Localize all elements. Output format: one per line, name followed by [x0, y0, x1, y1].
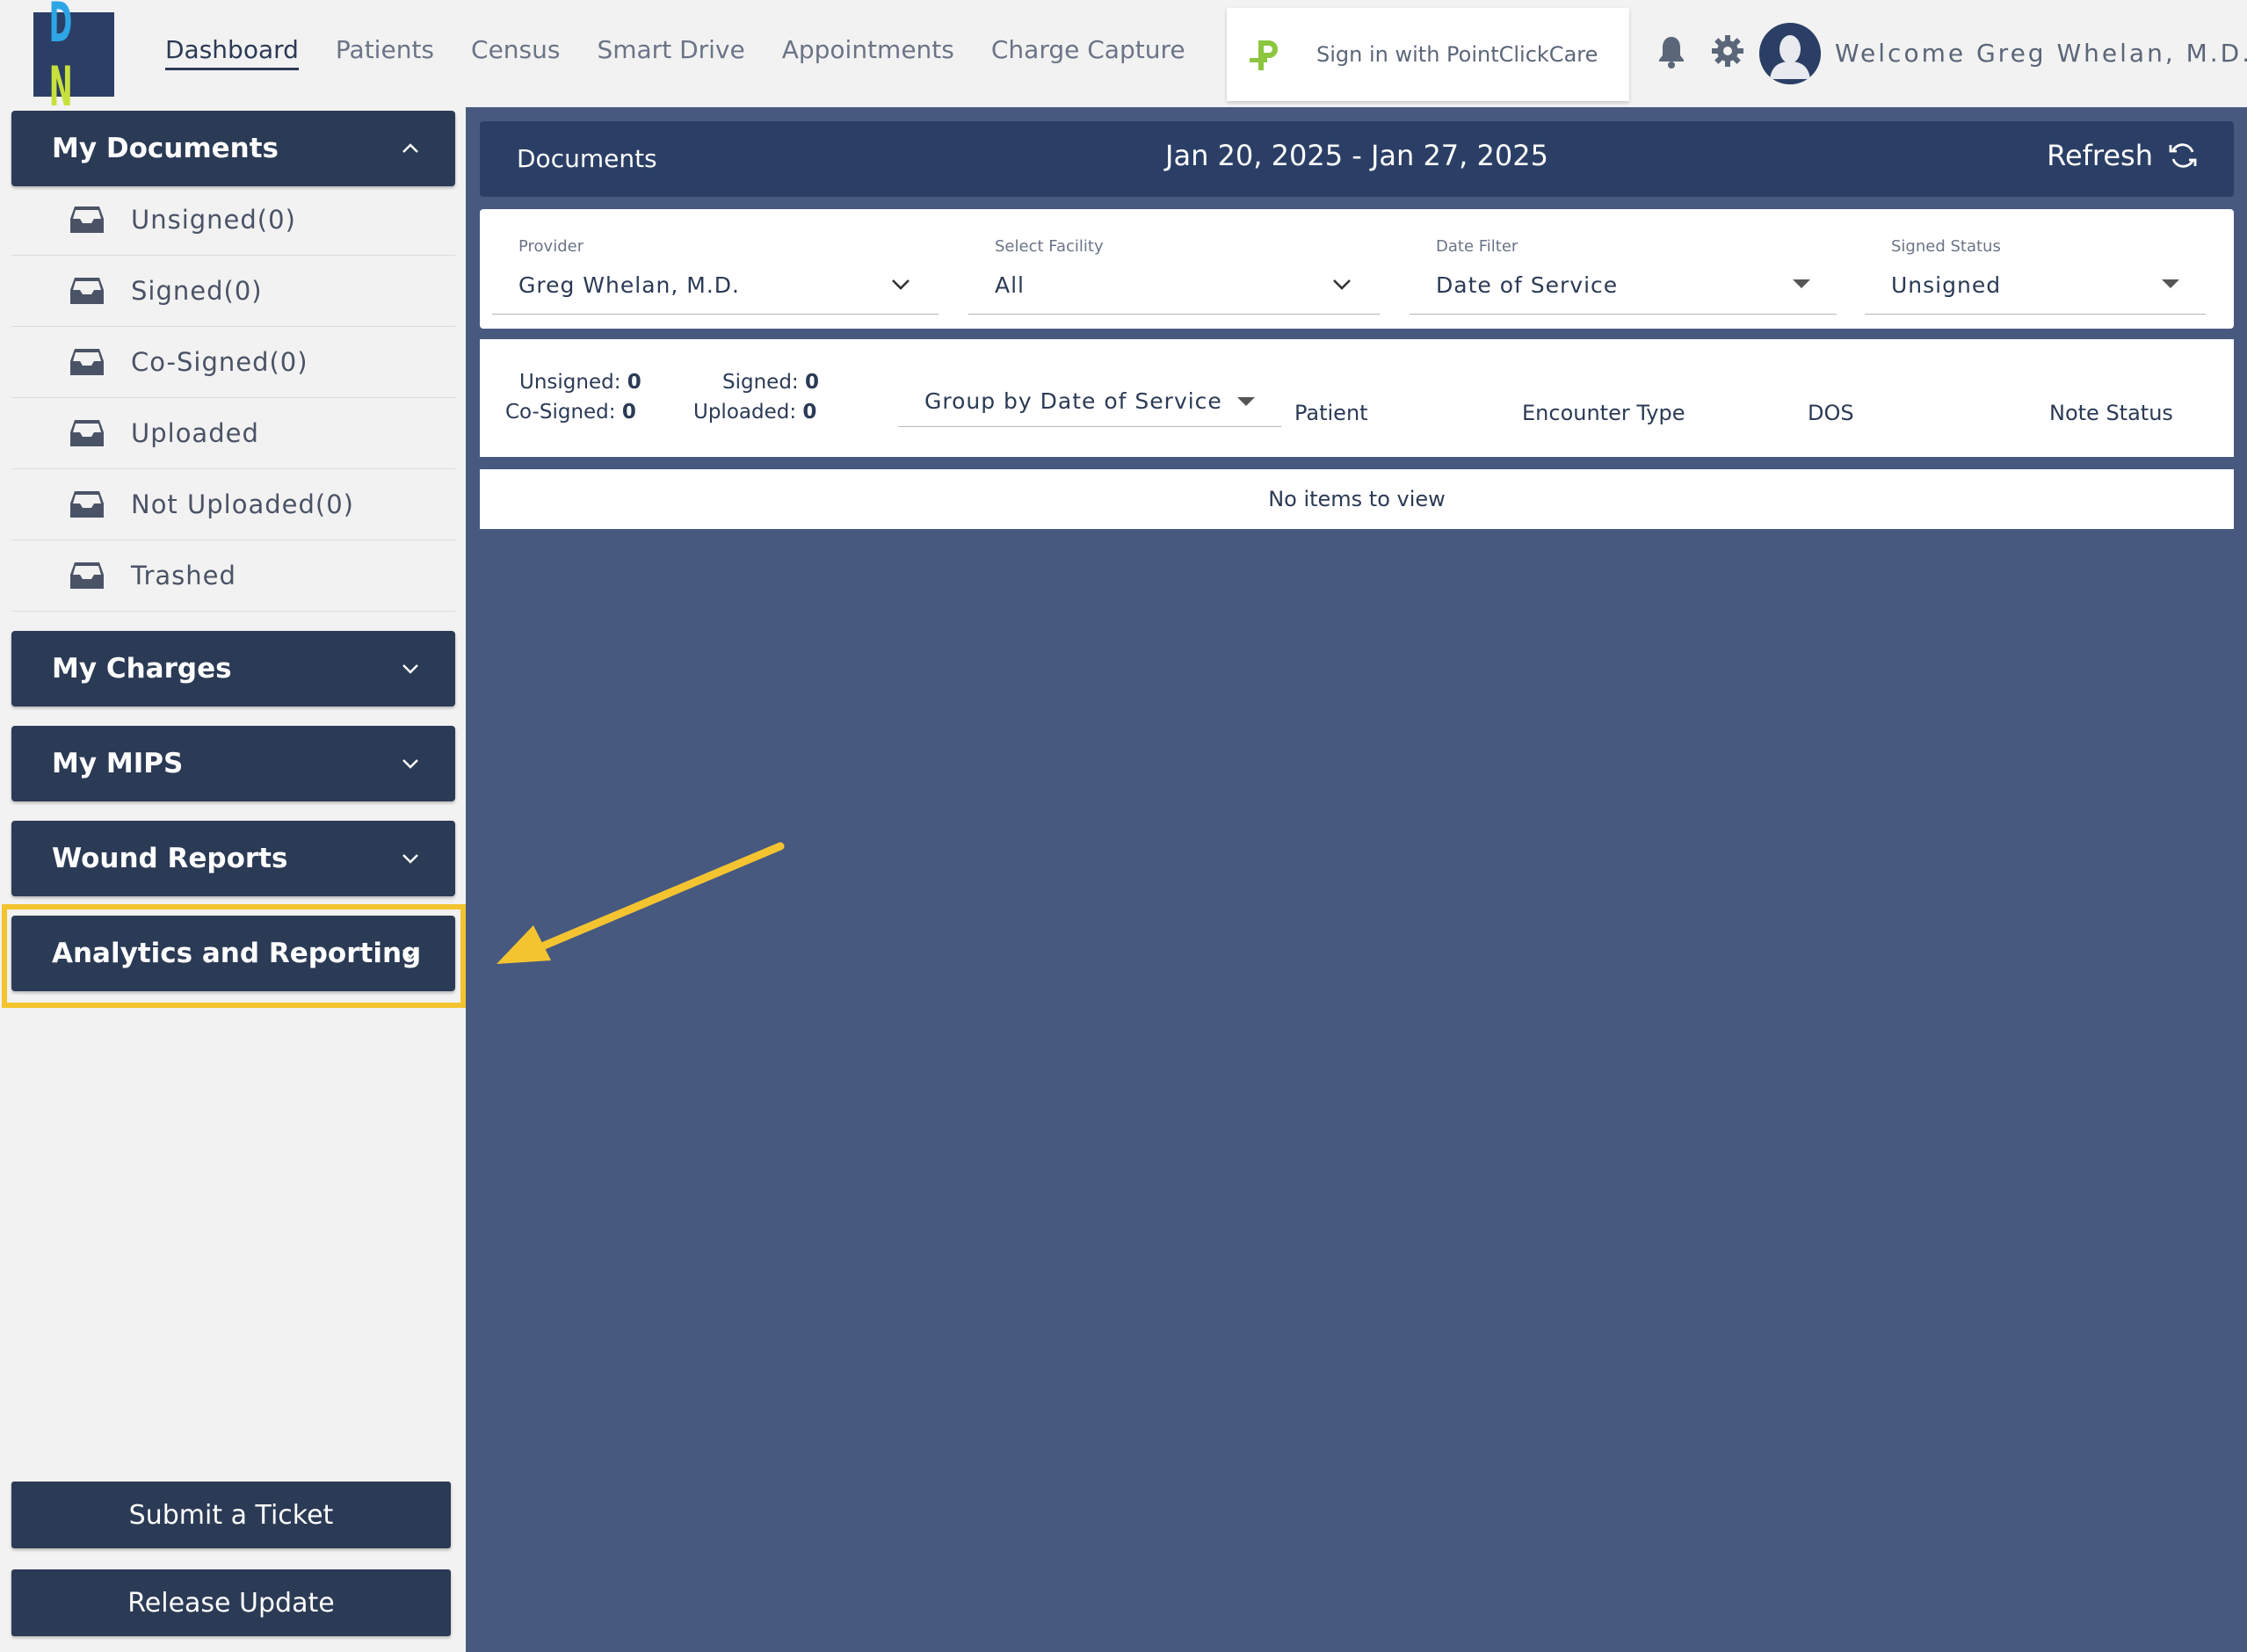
- refresh-button[interactable]: Refresh: [2047, 139, 2199, 172]
- column-patient[interactable]: Patient: [1294, 401, 1368, 425]
- sidebar-item-label: Co-Signed(0): [131, 347, 308, 377]
- signed-status-label: Signed Status: [1891, 237, 2001, 256]
- provider-select[interactable]: Provider Greg Whelan, M.D.: [492, 227, 939, 315]
- main-nav: Dashboard Patients Census Smart Drive Ap…: [165, 35, 1222, 70]
- my-documents-header[interactable]: My Documents: [11, 111, 455, 186]
- wound-reports-header[interactable]: Wound Reports: [11, 821, 455, 896]
- sidebar-item-label: Trashed: [131, 561, 236, 591]
- sidebar-item-label: Signed(0): [131, 276, 263, 306]
- my-documents-title: My Documents: [52, 133, 279, 164]
- inbox-icon: [70, 562, 104, 589]
- chevron-up-icon: [402, 143, 418, 153]
- provider-value: Greg Whelan, M.D.: [518, 272, 740, 298]
- facility-value: All: [995, 272, 1025, 298]
- pointclickcare-signin-button[interactable]: Sign in with PointClickCare: [1227, 8, 1629, 101]
- my-charges-header[interactable]: My Charges: [11, 631, 455, 706]
- unsigned-count: Unsigned: 0: [519, 371, 641, 394]
- my-mips-header[interactable]: My MIPS: [11, 726, 455, 801]
- refresh-icon: [2169, 143, 2197, 168]
- column-encounter-type[interactable]: Encounter Type: [1522, 401, 1685, 425]
- chevron-down-icon: [892, 279, 910, 290]
- nav-charge-capture[interactable]: Charge Capture: [991, 35, 1185, 70]
- column-note-status[interactable]: Note Status: [2049, 401, 2173, 425]
- analytics-reporting-header[interactable]: Analytics and Reporting: [11, 916, 455, 991]
- cosigned-count: Co-Signed: 0: [505, 401, 636, 424]
- sidebar-item-label: Uploaded: [131, 418, 259, 448]
- sidebar-item-label: Not Uploaded(0): [131, 489, 354, 519]
- nav-appointments[interactable]: Appointments: [782, 35, 954, 70]
- caret-down-icon: [2162, 279, 2179, 288]
- filters-bar: Provider Greg Whelan, M.D. Select Facili…: [480, 209, 2234, 329]
- pointclickcare-label: Sign in with PointClickCare: [1316, 42, 1598, 67]
- inbox-icon: [70, 349, 104, 375]
- bell-icon[interactable]: [1652, 32, 1691, 70]
- documents-header: Documents Jan 20, 2025 - Jan 27, 2025 Re…: [480, 121, 2234, 197]
- chevron-down-icon: [402, 759, 418, 769]
- submit-ticket-button[interactable]: Submit a Ticket: [11, 1482, 451, 1548]
- nav-smart-drive[interactable]: Smart Drive: [597, 35, 744, 70]
- chevron-down-icon: [402, 664, 418, 674]
- user-avatar[interactable]: [1759, 23, 1821, 84]
- inbox-icon: [70, 491, 104, 518]
- signed-status-select[interactable]: Signed Status Unsigned: [1865, 227, 2206, 315]
- column-dos[interactable]: DOS: [1808, 401, 1854, 425]
- sidebar-item-label: Unsigned(0): [131, 205, 296, 235]
- facility-select[interactable]: Select Facility All: [968, 227, 1380, 315]
- documents-list: Unsigned(0) Signed(0) Co-Signed(0) Uploa…: [11, 185, 455, 612]
- nav-patients[interactable]: Patients: [336, 35, 434, 70]
- my-charges-title: My Charges: [52, 653, 232, 685]
- facility-label: Select Facility: [995, 237, 1104, 256]
- sidebar-item-trashed[interactable]: Trashed: [11, 540, 455, 612]
- signed-count: Signed: 0: [722, 371, 819, 394]
- logo-letter-d: D: [48, 0, 73, 54]
- caret-down-icon: [1237, 397, 1255, 406]
- date-filter-value: Date of Service: [1436, 272, 1619, 298]
- caret-down-icon: [1793, 279, 1810, 288]
- user-silhouette-icon: [1759, 23, 1821, 84]
- date-filter-label: Date Filter: [1436, 237, 1519, 256]
- documents-table-header: Unsigned: 0 Signed: 0 Co-Signed: 0 Uploa…: [480, 339, 2234, 457]
- provider-label: Provider: [518, 237, 584, 256]
- inbox-icon: [70, 206, 104, 233]
- date-filter-select[interactable]: Date Filter Date of Service: [1410, 227, 1837, 315]
- nav-dashboard[interactable]: Dashboard: [165, 35, 299, 70]
- analytics-reporting-title: Analytics and Reporting: [52, 938, 422, 969]
- sidebar-item-uploaded[interactable]: Uploaded: [11, 398, 455, 469]
- inbox-icon: [70, 278, 104, 304]
- pointclickcare-icon: [1250, 40, 1278, 70]
- signed-status-value: Unsigned: [1891, 272, 2002, 298]
- sidebar-item-unsigned[interactable]: Unsigned(0): [11, 185, 455, 256]
- app-logo[interactable]: DN: [33, 0, 114, 119]
- sidebar-item-cosigned[interactable]: Co-Signed(0): [11, 327, 455, 398]
- gear-icon[interactable]: [1708, 32, 1747, 70]
- top-bar: DN Dashboard Patients Census Smart Drive…: [0, 0, 2247, 119]
- group-by-value: Group by Date of Service: [924, 388, 1222, 414]
- date-range[interactable]: Jan 20, 2025 - Jan 27, 2025: [480, 139, 2234, 172]
- nav-census[interactable]: Census: [471, 35, 560, 70]
- inbox-icon: [70, 420, 104, 446]
- welcome-text: Welcome Greg Whelan, M.D.: [1835, 39, 2247, 68]
- sidebar-item-not-uploaded[interactable]: Not Uploaded(0): [11, 469, 455, 540]
- release-update-button[interactable]: Release Update: [11, 1569, 451, 1636]
- wound-reports-title: Wound Reports: [52, 843, 288, 874]
- chevron-down-icon: [1333, 279, 1351, 290]
- empty-table-message: No items to view: [480, 469, 2234, 529]
- sidebar: My Documents Unsigned(0) Signed(0) Co-Si…: [0, 107, 466, 1652]
- group-by-select[interactable]: Group by Date of Service: [898, 371, 1281, 427]
- my-mips-title: My MIPS: [52, 748, 184, 779]
- chevron-down-icon: [402, 949, 418, 959]
- chevron-down-icon: [402, 854, 418, 864]
- sidebar-item-signed[interactable]: Signed(0): [11, 256, 455, 327]
- uploaded-count: Uploaded: 0: [693, 401, 817, 424]
- callout-arrow-icon: [497, 842, 785, 964]
- refresh-label: Refresh: [2047, 139, 2153, 172]
